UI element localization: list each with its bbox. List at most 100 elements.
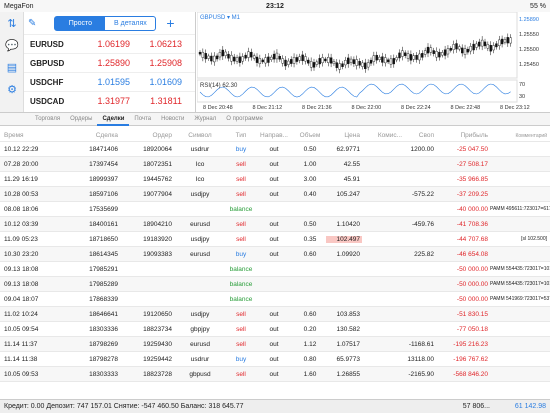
candle-body	[258, 58, 262, 64]
candle-body	[301, 54, 304, 62]
column-header[interactable]: Сделка	[62, 132, 118, 139]
table-row[interactable]: 11.02 10:24 18646641 19120650 usdjpy sell out…	[0, 307, 550, 322]
cell-price: 1.09920	[336, 250, 361, 258]
tab-simple[interactable]: Просто	[55, 16, 106, 30]
cell-dir: out	[269, 355, 279, 363]
tab-4[interactable]: Новости	[156, 112, 189, 126]
tab-6[interactable]: О программе	[221, 112, 268, 126]
column-header[interactable]: Объем	[294, 132, 326, 139]
quote-bid: 1.06199	[97, 39, 130, 49]
cell-dir: out	[269, 190, 279, 198]
candle-body	[210, 55, 213, 62]
table-row[interactable]: 09.13 18:08 17985291 balance -50 000.00 PAMM…	[0, 262, 550, 277]
cell-sym: eurusd	[190, 340, 210, 348]
candle-body	[489, 44, 492, 52]
candle-body	[204, 53, 207, 60]
table-row[interactable]: 09.13 18:08 17985289 balance -50 000.00 PAMM…	[0, 277, 550, 292]
quotes-icon[interactable]: ⇅	[0, 12, 24, 34]
cell-comment: PAMM 554435:723017=10195	[490, 266, 550, 272]
table-row[interactable]: 10.05 09:54 18303336 18823734 gbpjpy sell out…	[0, 322, 550, 337]
tab-1[interactable]: Ордеры	[65, 112, 97, 126]
column-header[interactable]: Направ...	[254, 132, 294, 139]
table-row[interactable]: 11.14 11:38 18798278 19259442 usdrur buy out 0…	[0, 352, 550, 367]
table-row[interactable]: 10.12 03:39 18400161 18904210 eurusd sell out…	[0, 217, 550, 232]
quote-symbol: GBPUSD	[30, 58, 65, 68]
cell-profit: -27 508.17	[456, 160, 488, 168]
quote-row[interactable]: GBPUSD 1.25890 1.25908	[24, 53, 195, 72]
cell-deal: 18999397	[89, 175, 118, 183]
candle-body	[441, 52, 444, 56]
candle-body	[483, 41, 487, 47]
tab-detailed[interactable]: В деталях	[105, 17, 155, 30]
cell-deal: 17397454	[89, 160, 118, 168]
account-summary: Кредит: 0.00 Депозит: 747 157.01 Снятие:…	[4, 403, 244, 410]
column-header[interactable]: Тип	[228, 132, 254, 139]
tab-2[interactable]: Сделки	[97, 112, 130, 126]
cell-deal: 18597106	[89, 190, 118, 198]
candle-body	[500, 38, 504, 45]
cell-price: 65.9773	[336, 355, 361, 363]
cell-sym: eurusd	[190, 250, 210, 258]
add-symbol-icon[interactable]: +	[166, 15, 174, 31]
table-row[interactable]: 07.28 20:00 17397454 18072351 Ico sell out 1.0…	[0, 157, 550, 172]
table-row[interactable]: 09.04 18:07 17868339 balance -50 000.00 PAMM…	[0, 292, 550, 307]
cell-dir: out	[269, 310, 279, 318]
column-header[interactable]: Комис...	[362, 132, 402, 139]
candle-body	[324, 58, 327, 62]
candle-body	[366, 62, 370, 68]
column-header[interactable]: Прибыль	[434, 132, 490, 139]
table-row[interactable]: 10.28 00:53 18597106 19077904 usdjpy sell out…	[0, 187, 550, 202]
cell-type: sell	[236, 175, 246, 183]
tab-3[interactable]: Почта	[129, 112, 156, 126]
cell-price: 103.853	[336, 310, 361, 318]
settings-icon[interactable]: ⚙	[0, 78, 24, 100]
table-row[interactable]: 08.08 18:06 17535699 balance -40 000.00 PAMM…	[0, 202, 550, 217]
cell-price: 42.55	[343, 160, 360, 168]
edit-icon[interactable]: ✎	[28, 18, 36, 29]
document-icon[interactable]: ▤	[0, 56, 24, 78]
column-header[interactable]: Время	[0, 132, 62, 139]
cell-time: 10.05 09:54	[4, 325, 39, 333]
table-row[interactable]: 11.14 11:37 18798269 19259430 eurusd sell out…	[0, 337, 550, 352]
table-row[interactable]: 11.09 05:23 18718650 19183920 usdjpy sell out…	[0, 232, 550, 247]
candle-body	[227, 53, 230, 59]
quote-row[interactable]: USDCHF 1.01595 1.01609	[24, 72, 195, 91]
table-row[interactable]: 10.12 22:29 18471406 18920064 usdrur buy out 0…	[0, 142, 550, 157]
cell-profit: -50 000.00	[456, 280, 488, 288]
column-header[interactable]: Ордер	[118, 132, 172, 139]
candle-body	[369, 59, 373, 64]
cell-order: 18072351	[143, 160, 172, 168]
cell-vol: 0.80	[303, 355, 317, 363]
cell-price: 1.07517	[336, 340, 361, 348]
chat-icon[interactable]: 💬	[0, 34, 24, 56]
candle-body	[201, 51, 205, 58]
quote-row[interactable]: EURUSD 1.06199 1.06213	[24, 34, 195, 53]
column-header[interactable]: Своп	[402, 132, 434, 139]
tab-5[interactable]: Журнал	[189, 112, 221, 126]
candle-body	[415, 55, 418, 60]
price-chart[interactable]: GBPUSD ▾ M1 RSI(14) 62.30 1.25890 1.25550 1.…	[197, 12, 550, 112]
cell-time: 11.14 11:38	[4, 355, 38, 363]
cell-type: sell	[236, 370, 246, 378]
cell-deal: 18400161	[89, 220, 118, 228]
cell-order: 19259442	[143, 355, 172, 363]
cell-order: 19445762	[143, 175, 172, 183]
cell-comment: [sl 102.500]	[521, 236, 547, 242]
column-header[interactable]: Цена	[326, 132, 362, 139]
cell-price: 45.91	[343, 175, 360, 183]
candle-body	[272, 53, 276, 60]
table-row[interactable]: 10.30 23:20 18614345 19093383 eurusd buy out 0…	[0, 247, 550, 262]
table-row[interactable]: 11.29 16:19 18999397 19445762 Ico sell out 3.0…	[0, 172, 550, 187]
time-axis-label: 8 Dec 22:24	[401, 105, 431, 111]
cell-time: 09.13 18:08	[4, 280, 39, 288]
column-header[interactable]: Символ	[172, 132, 228, 139]
column-header[interactable]: Комментарий	[490, 133, 550, 139]
cell-time: 08.08 18:06	[4, 205, 39, 213]
quotes-panel: ✎ Просто В деталях + EURUSD 1.06199 1.06…	[24, 12, 196, 112]
cell-deal: 18646641	[89, 310, 118, 318]
cell-order: 18823734	[143, 325, 172, 333]
quote-row[interactable]: USDCAD 1.31977 1.31811	[24, 91, 195, 110]
table-row[interactable]: 10.05 09:53 18303333 18823728 gbpusd sell out…	[0, 367, 550, 382]
tab-0[interactable]: Торговля	[30, 112, 65, 126]
candle-body	[292, 57, 296, 64]
